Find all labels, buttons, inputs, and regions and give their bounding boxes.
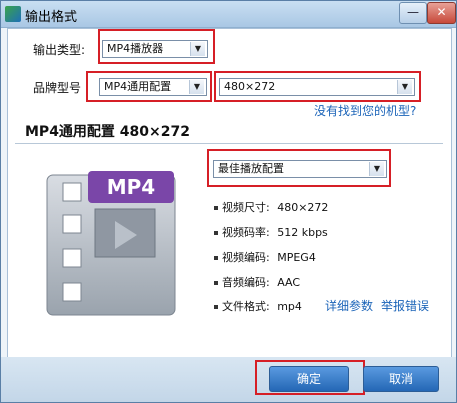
model-not-found-link[interactable]: 没有找到您的机型? xyxy=(314,102,416,119)
spec-video-bitrate: 视频码率: 512 kbps xyxy=(222,224,328,240)
spec-label: 视频尺寸: xyxy=(222,201,270,214)
spec-label: 视频编码: xyxy=(222,251,270,264)
bullet xyxy=(214,206,218,210)
bullet xyxy=(214,281,218,285)
highlight-box xyxy=(98,29,215,64)
section-title: MP4通用配置 480×272 xyxy=(25,124,190,140)
spec-video-codec: 视频编码: MPEG4 xyxy=(222,249,316,265)
spec-value: 480×272 xyxy=(277,201,329,214)
spec-value: MPEG4 xyxy=(277,251,316,264)
cancel-button[interactable]: 取消 xyxy=(363,366,439,392)
highlight-box xyxy=(207,149,391,187)
report-error-link[interactable]: 举报错误 xyxy=(381,297,429,314)
app-icon xyxy=(5,6,21,22)
brand-label: 品牌型号 xyxy=(33,81,82,95)
mp4-badge: MP4 xyxy=(88,171,174,203)
spec-label: 视频码率: xyxy=(222,226,270,239)
details-link[interactable]: 详细参数 xyxy=(325,297,373,314)
highlight-box xyxy=(255,360,365,395)
bullet xyxy=(214,231,218,235)
highlight-box xyxy=(86,71,212,102)
spec-label: 音频编码: xyxy=(222,276,270,289)
minimize-button[interactable]: — xyxy=(399,2,427,24)
bullet xyxy=(214,256,218,260)
spec-value: mp4 xyxy=(277,300,302,313)
title-bar: 输出格式 — ✕ xyxy=(1,1,456,28)
spec-value: 512 kbps xyxy=(277,226,328,239)
bullet xyxy=(214,305,218,309)
window-title: 输出格式 xyxy=(25,10,78,25)
spec-label: 文件格式: xyxy=(222,300,270,313)
output-type-label: 输出类型: xyxy=(33,43,86,57)
spec-value: AAC xyxy=(277,276,301,289)
spec-file-format: 文件格式: mp4 xyxy=(222,298,302,314)
close-button[interactable]: ✕ xyxy=(427,2,456,24)
divider xyxy=(15,143,443,144)
spec-video-size: 视频尺寸: 480×272 xyxy=(222,199,328,215)
highlight-box xyxy=(214,71,421,102)
output-format-dialog: 输出格式 — ✕ 输出类型: MP4播放器 ▼ 品牌型号 MP4通用配置 ▼ 4… xyxy=(0,0,457,403)
spec-audio-codec: 音频编码: AAC xyxy=(222,274,300,290)
mp4-badge-text: MP4 xyxy=(106,175,156,199)
